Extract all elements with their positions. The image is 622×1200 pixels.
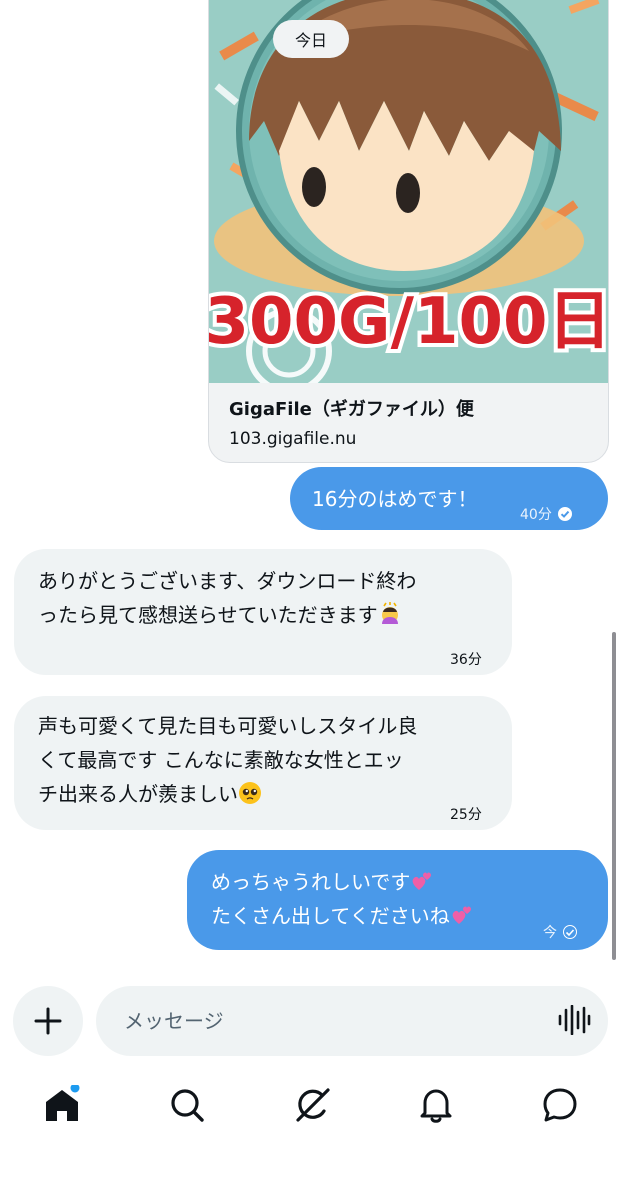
- message-text: 16分のはめです！: [312, 487, 478, 511]
- received-message-bubble[interactable]: 声も可愛くて見た目も可愛いしスタイル良 くて最高です こんなに素敵な女性とエッ …: [14, 696, 512, 830]
- sent-check-icon: [563, 925, 577, 939]
- message-timestamp: 36分: [450, 652, 482, 668]
- home-icon: [46, 1083, 80, 1121]
- link-preview-card[interactable]: 300G/100日 GigaFile（ギガファイル）便 103.gigafile…: [208, 0, 609, 463]
- message-text: めっちゃうれしいです たくさん出してくださいね: [211, 865, 474, 933]
- sent-message-bubble[interactable]: 16分のはめです！ 40分: [290, 467, 608, 530]
- message-timestamp: 40分: [520, 498, 572, 532]
- scrollbar[interactable]: [612, 632, 616, 960]
- message-text: 声も可愛くて見た目も可愛いしスタイル良 くて最高です こんなに素敵な女性とエッ …: [38, 714, 418, 806]
- nav-search-button[interactable]: [167, 1085, 207, 1125]
- voice-message-button[interactable]: [557, 1004, 591, 1039]
- link-preview-title: GigaFile（ギガファイル）便: [229, 399, 474, 420]
- link-preview-text: GigaFile（ギガファイル）便 103.gigafile.nu: [229, 395, 474, 449]
- grok-icon: [296, 1088, 330, 1122]
- nav-messages-button[interactable]: [540, 1085, 580, 1125]
- nav-grok-button[interactable]: [292, 1085, 332, 1125]
- message-text: ありがとうございます、ダウンロード終わ ったら見て感想送らせていただきます: [38, 569, 417, 627]
- notification-dot: [70, 1083, 80, 1093]
- notifications-icon: [420, 1089, 452, 1123]
- nav-home-button[interactable]: [42, 1083, 82, 1125]
- sent-message-bubble[interactable]: めっちゃうれしいです たくさん出してくださいね 今: [187, 850, 608, 950]
- received-message-bubble[interactable]: ありがとうございます、ダウンロード終わ ったら見て感想送らせていただきます 36…: [14, 549, 512, 675]
- plus-icon: [34, 1007, 62, 1035]
- nav-notifications-button[interactable]: [416, 1085, 456, 1125]
- link-preview-domain: 103.gigafile.nu: [229, 429, 357, 449]
- pleading-face-emoji: [238, 781, 262, 805]
- voice-wave-icon: [558, 1004, 591, 1036]
- read-check-icon: [557, 507, 572, 521]
- message-timestamp: 今: [543, 916, 577, 950]
- date-separator: 今日: [273, 20, 349, 58]
- two-hearts-emoji: [410, 869, 434, 893]
- message-timestamp: 25分: [450, 807, 482, 823]
- search-icon: [171, 1089, 204, 1122]
- person-bowing-emoji: [378, 602, 402, 626]
- two-hearts-emoji: [450, 903, 474, 927]
- link-preview-caption: 300G/100日: [209, 285, 608, 359]
- message-input[interactable]: [122, 1008, 526, 1034]
- add-attachment-button[interactable]: [13, 986, 83, 1056]
- messages-icon: [543, 1088, 577, 1122]
- link-preview-image: 300G/100日: [209, 0, 608, 383]
- message-input-field[interactable]: [96, 986, 608, 1056]
